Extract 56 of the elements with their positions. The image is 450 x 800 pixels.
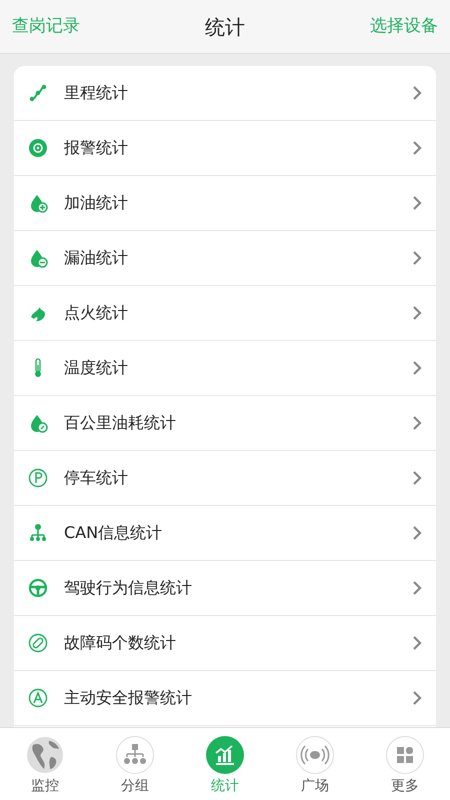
chevron-icon — [412, 470, 422, 486]
globe-icon — [25, 734, 65, 774]
menu-item-label: 停车统计 — [64, 467, 128, 489]
menu-item[interactable]: 点火统计 — [14, 286, 436, 341]
menu-item[interactable]: 报警统计 — [14, 121, 436, 176]
menu-item[interactable]: 驾驶行为信息统计 — [14, 561, 436, 616]
steering-wheel-icon — [28, 578, 48, 598]
chevron-icon — [412, 690, 422, 706]
menu-item-label: 里程统计 — [64, 82, 128, 104]
broadcast-icon — [295, 734, 335, 774]
menu-item[interactable]: 漏油统计 — [14, 231, 436, 286]
chevron-icon — [412, 305, 422, 321]
menu-item[interactable]: CAN信息统计 — [14, 506, 436, 561]
menu-item-label: 故障码个数统计 — [64, 632, 176, 654]
chevron-icon — [412, 635, 422, 651]
alarm-icon — [28, 138, 48, 158]
bandage-icon — [28, 633, 48, 653]
menu-item[interactable]: 温度统计 — [14, 341, 436, 396]
chevron-icon — [412, 580, 422, 596]
chevron-icon — [412, 525, 422, 541]
tab[interactable]: 更多 — [360, 728, 450, 800]
chevron-icon — [412, 250, 422, 266]
page-title: 统计 — [205, 14, 245, 40]
chevron-icon — [412, 415, 422, 431]
chevron-icon — [412, 140, 422, 156]
network-icon — [28, 523, 48, 543]
parking-icon — [28, 468, 48, 488]
menu-item[interactable]: 故障码个数统计 — [14, 616, 436, 671]
fuel-minus-icon — [28, 248, 48, 268]
menu-item[interactable]: 停车统计 — [14, 451, 436, 506]
menu-item-label: 百公里油耗统计 — [64, 412, 176, 434]
chevron-icon — [412, 85, 422, 101]
menu-item-label: 报警统计 — [64, 137, 128, 159]
menu-item-label: 漏油统计 — [64, 247, 128, 269]
route-icon — [28, 83, 48, 103]
chart-icon — [205, 734, 245, 774]
fuel-gauge-icon — [28, 413, 48, 433]
menu-item[interactable]: 加油统计 — [14, 176, 436, 231]
menu-item[interactable]: 里程统计 — [14, 66, 436, 121]
grid-icon — [385, 734, 425, 774]
hierarchy-icon — [115, 734, 155, 774]
menu-item-label: 温度统计 — [64, 357, 128, 379]
menu-item[interactable]: 百公里油耗统计 — [14, 396, 436, 451]
menu-item[interactable]: 主动安全报警统计 — [14, 671, 436, 726]
menu-item-label: 加油统计 — [64, 192, 128, 214]
chevron-icon — [412, 195, 422, 211]
tab[interactable]: 广场 — [270, 728, 360, 800]
letter-a-icon — [28, 688, 48, 708]
menu-item-label: 驾驶行为信息统计 — [64, 577, 192, 599]
menu-item-label: 点火统计 — [64, 302, 128, 324]
menu-item-label: CAN信息统计 — [64, 522, 162, 544]
fuel-plus-icon — [28, 193, 48, 213]
tab[interactable]: 监控 — [0, 728, 90, 800]
menu-item-label: 主动安全报警统计 — [64, 687, 192, 709]
chevron-icon — [412, 360, 422, 376]
tab[interactable]: 分组 — [90, 728, 180, 800]
